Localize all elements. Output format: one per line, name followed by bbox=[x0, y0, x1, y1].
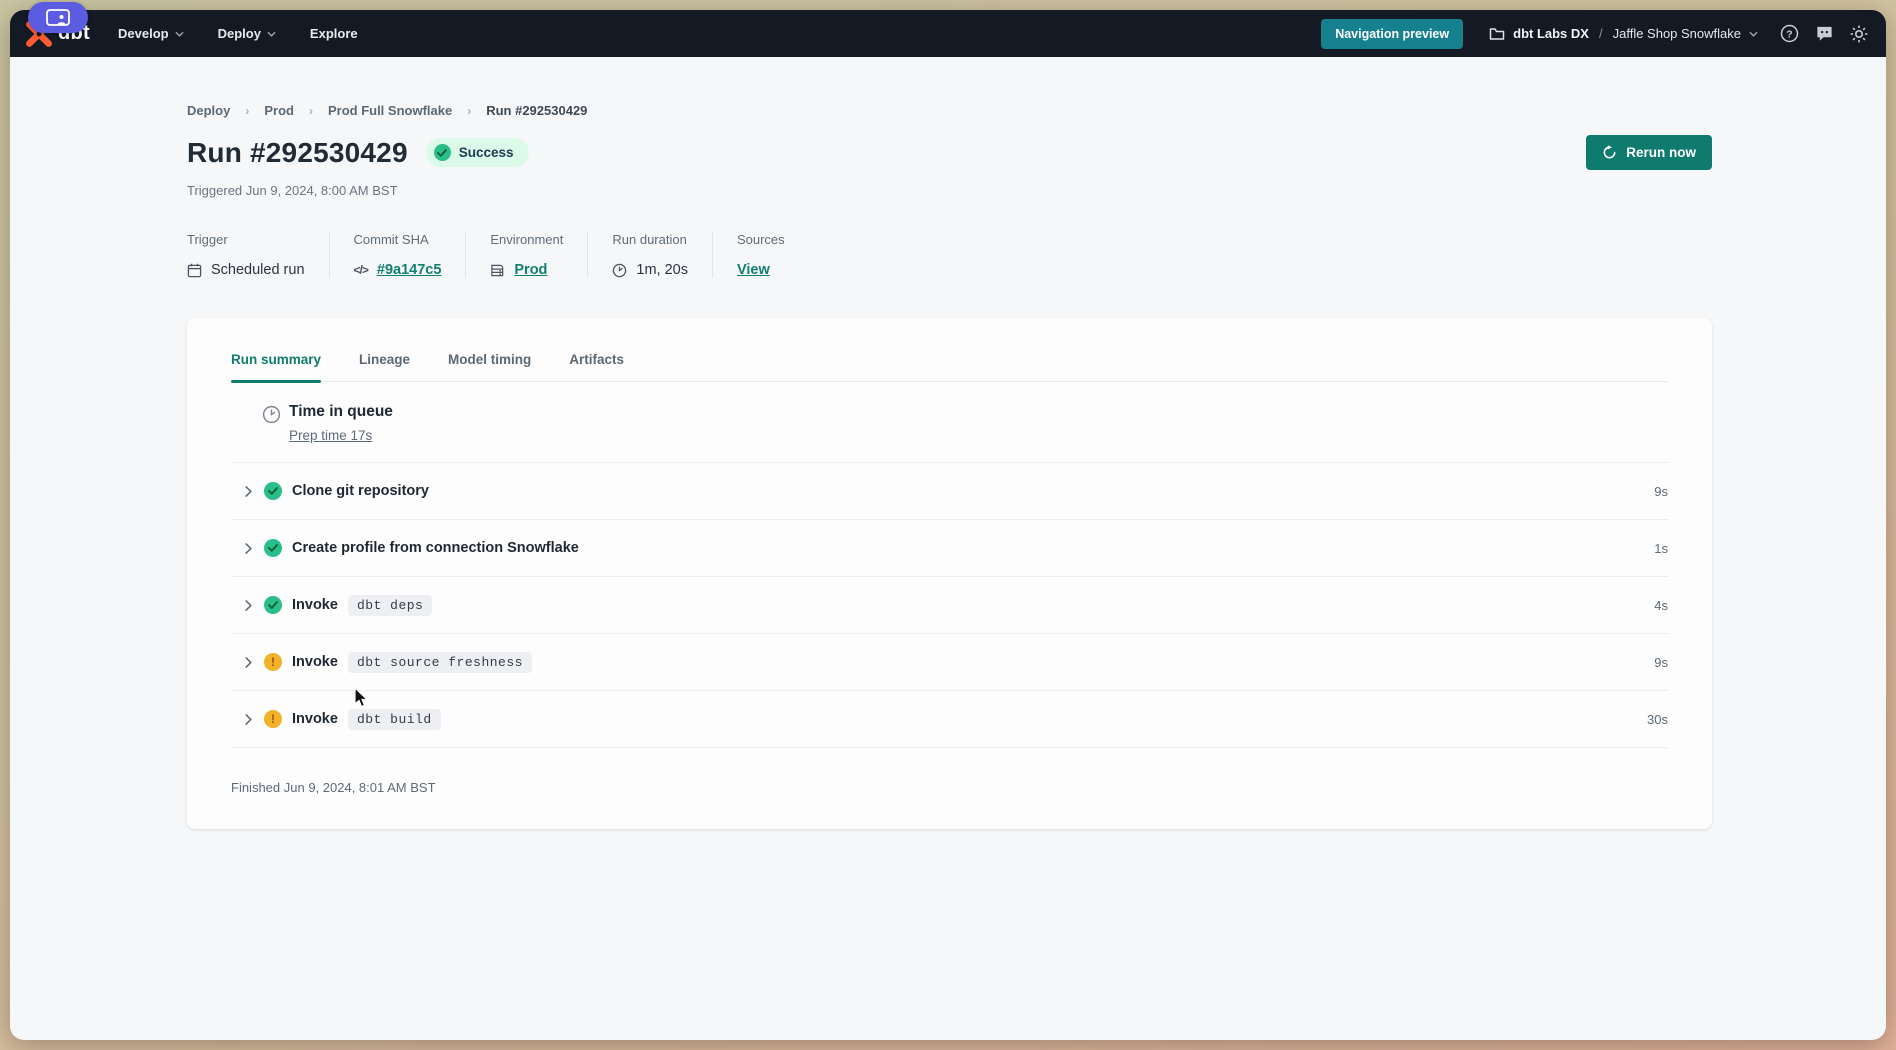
database-icon bbox=[490, 263, 505, 278]
meta-commit-sha: Commit SHA </> #9a147c5 bbox=[329, 232, 466, 278]
commit-sha-link[interactable]: #9a147c5 bbox=[377, 262, 442, 278]
chevron-down-icon bbox=[1749, 31, 1758, 37]
nav-item-explore[interactable]: Explore bbox=[310, 26, 358, 41]
screen-share-indicator[interactable] bbox=[28, 2, 88, 33]
account-project-selector[interactable]: dbt Labs DX / Jaffle Shop Snowflake bbox=[1489, 26, 1758, 41]
run-tabs: Run summary Lineage Model timing Artifac… bbox=[231, 352, 1668, 382]
navigation-preview-button[interactable]: Navigation preview bbox=[1321, 19, 1463, 49]
queue-clock-icon bbox=[262, 405, 281, 424]
feedback-icon[interactable] bbox=[1813, 23, 1835, 45]
step-label: Invoke bbox=[292, 711, 338, 727]
meta-run-duration: Run duration 1m, 20s bbox=[587, 232, 712, 278]
chevron-right-icon[interactable] bbox=[243, 543, 254, 554]
step-duration: 9s bbox=[1654, 655, 1668, 670]
status-badge-label: Success bbox=[459, 145, 514, 160]
chevron-right-icon[interactable] bbox=[243, 657, 254, 668]
run-detail-page: Deploy › Prod › Prod Full Snowflake › Ru… bbox=[10, 57, 1886, 1040]
tab-artifacts[interactable]: Artifacts bbox=[569, 352, 624, 381]
rerun-now-button[interactable]: Rerun now bbox=[1586, 135, 1712, 170]
breadcrumb-deploy[interactable]: Deploy bbox=[187, 103, 230, 118]
chevron-right-icon[interactable] bbox=[243, 714, 254, 725]
success-icon bbox=[264, 596, 282, 614]
step-duration: 1s bbox=[1654, 541, 1668, 556]
success-icon bbox=[264, 482, 282, 500]
tab-run-summary[interactable]: Run summary bbox=[231, 352, 321, 381]
step-row-create-profile[interactable]: Create profile from connection Snowflake… bbox=[231, 520, 1668, 577]
queue-title: Time in queue bbox=[289, 403, 393, 421]
title-row: Run #292530429 Success Rerun now bbox=[187, 135, 1712, 170]
step-row-dbt-build[interactable]: ! Invoke dbt build 30s bbox=[231, 691, 1668, 748]
warning-icon: ! bbox=[264, 653, 282, 671]
step-label: Create profile from connection Snowflake bbox=[292, 540, 579, 556]
prep-time-link[interactable]: Prep time 17s bbox=[289, 428, 372, 443]
command-chip: dbt source freshness bbox=[348, 652, 532, 673]
account-name: dbt Labs DX bbox=[1513, 26, 1589, 41]
path-separator: / bbox=[1599, 26, 1603, 41]
calendar-icon bbox=[187, 263, 202, 278]
breadcrumb-prod[interactable]: Prod bbox=[264, 103, 294, 118]
step-label: Clone git repository bbox=[292, 483, 429, 499]
tab-model-timing[interactable]: Model timing bbox=[448, 352, 531, 381]
step-label: Invoke bbox=[292, 597, 338, 613]
environment-link[interactable]: Prod bbox=[514, 262, 547, 278]
refresh-icon bbox=[1602, 145, 1617, 160]
trigger-value: Scheduled run bbox=[211, 262, 305, 278]
success-icon bbox=[264, 539, 282, 557]
svg-text:?: ? bbox=[1786, 29, 1792, 40]
triggered-timestamp: Triggered Jun 9, 2024, 8:00 AM BST bbox=[187, 183, 1712, 198]
breadcrumb: Deploy › Prod › Prod Full Snowflake › Ru… bbox=[187, 103, 1712, 118]
step-duration: 30s bbox=[1647, 712, 1668, 727]
command-chip: dbt build bbox=[348, 709, 441, 730]
tab-lineage[interactable]: Lineage bbox=[359, 352, 410, 381]
page-title: Run #292530429 bbox=[187, 137, 408, 169]
meta-trigger: Trigger Scheduled run bbox=[187, 232, 329, 278]
success-check-icon bbox=[434, 144, 451, 161]
chevron-right-icon[interactable] bbox=[243, 486, 254, 497]
step-row-dbt-source-freshness[interactable]: ! Invoke dbt source freshness 9s bbox=[231, 634, 1668, 691]
run-summary-card: Run summary Lineage Model timing Artifac… bbox=[187, 318, 1712, 829]
time-in-queue-row: Time in queue Prep time 17s bbox=[231, 382, 1668, 463]
duration-value: 1m, 20s bbox=[636, 262, 688, 278]
folder-icon bbox=[1489, 27, 1505, 41]
top-navbar: dbt Develop Deploy Explore Navigation pr… bbox=[10, 10, 1886, 57]
command-chip: dbt deps bbox=[348, 595, 432, 616]
breadcrumb-current-run: Run #292530429 bbox=[486, 103, 587, 118]
meta-environment: Environment Prod bbox=[465, 232, 587, 278]
navbar-icon-group: ? bbox=[1778, 23, 1870, 45]
screen-share-icon bbox=[46, 9, 70, 26]
warning-icon: ! bbox=[264, 710, 282, 728]
nav-item-develop[interactable]: Develop bbox=[118, 26, 184, 41]
step-duration: 4s bbox=[1654, 598, 1668, 613]
step-label: Invoke bbox=[292, 654, 338, 670]
sources-view-link[interactable]: View bbox=[737, 262, 770, 278]
main-nav: Develop Deploy Explore bbox=[118, 26, 358, 41]
project-name: Jaffle Shop Snowflake bbox=[1613, 26, 1741, 41]
clock-icon bbox=[612, 263, 627, 278]
gear-icon[interactable] bbox=[1848, 23, 1870, 45]
code-icon: </> bbox=[354, 263, 368, 277]
chevron-right-icon[interactable] bbox=[243, 600, 254, 611]
breadcrumb-job[interactable]: Prod Full Snowflake bbox=[328, 103, 452, 118]
help-icon[interactable]: ? bbox=[1778, 23, 1800, 45]
meta-sources: Sources View bbox=[712, 232, 809, 278]
run-metadata: Trigger Scheduled run Commit SHA </> #9a… bbox=[187, 232, 1712, 278]
step-row-clone-git[interactable]: Clone git repository 9s bbox=[231, 463, 1668, 520]
app-window: dbt Develop Deploy Explore Navigation pr… bbox=[10, 10, 1886, 1040]
chevron-down-icon bbox=[175, 31, 184, 37]
step-duration: 9s bbox=[1654, 484, 1668, 499]
step-row-dbt-deps[interactable]: Invoke dbt deps 4s bbox=[231, 577, 1668, 634]
breadcrumb-separator: › bbox=[245, 104, 249, 118]
breadcrumb-separator: › bbox=[467, 104, 471, 118]
status-badge: Success bbox=[426, 138, 529, 167]
breadcrumb-separator: › bbox=[309, 104, 313, 118]
nav-item-deploy[interactable]: Deploy bbox=[218, 26, 276, 41]
chevron-down-icon bbox=[267, 31, 276, 37]
finished-timestamp: Finished Jun 9, 2024, 8:01 AM BST bbox=[231, 748, 1668, 811]
